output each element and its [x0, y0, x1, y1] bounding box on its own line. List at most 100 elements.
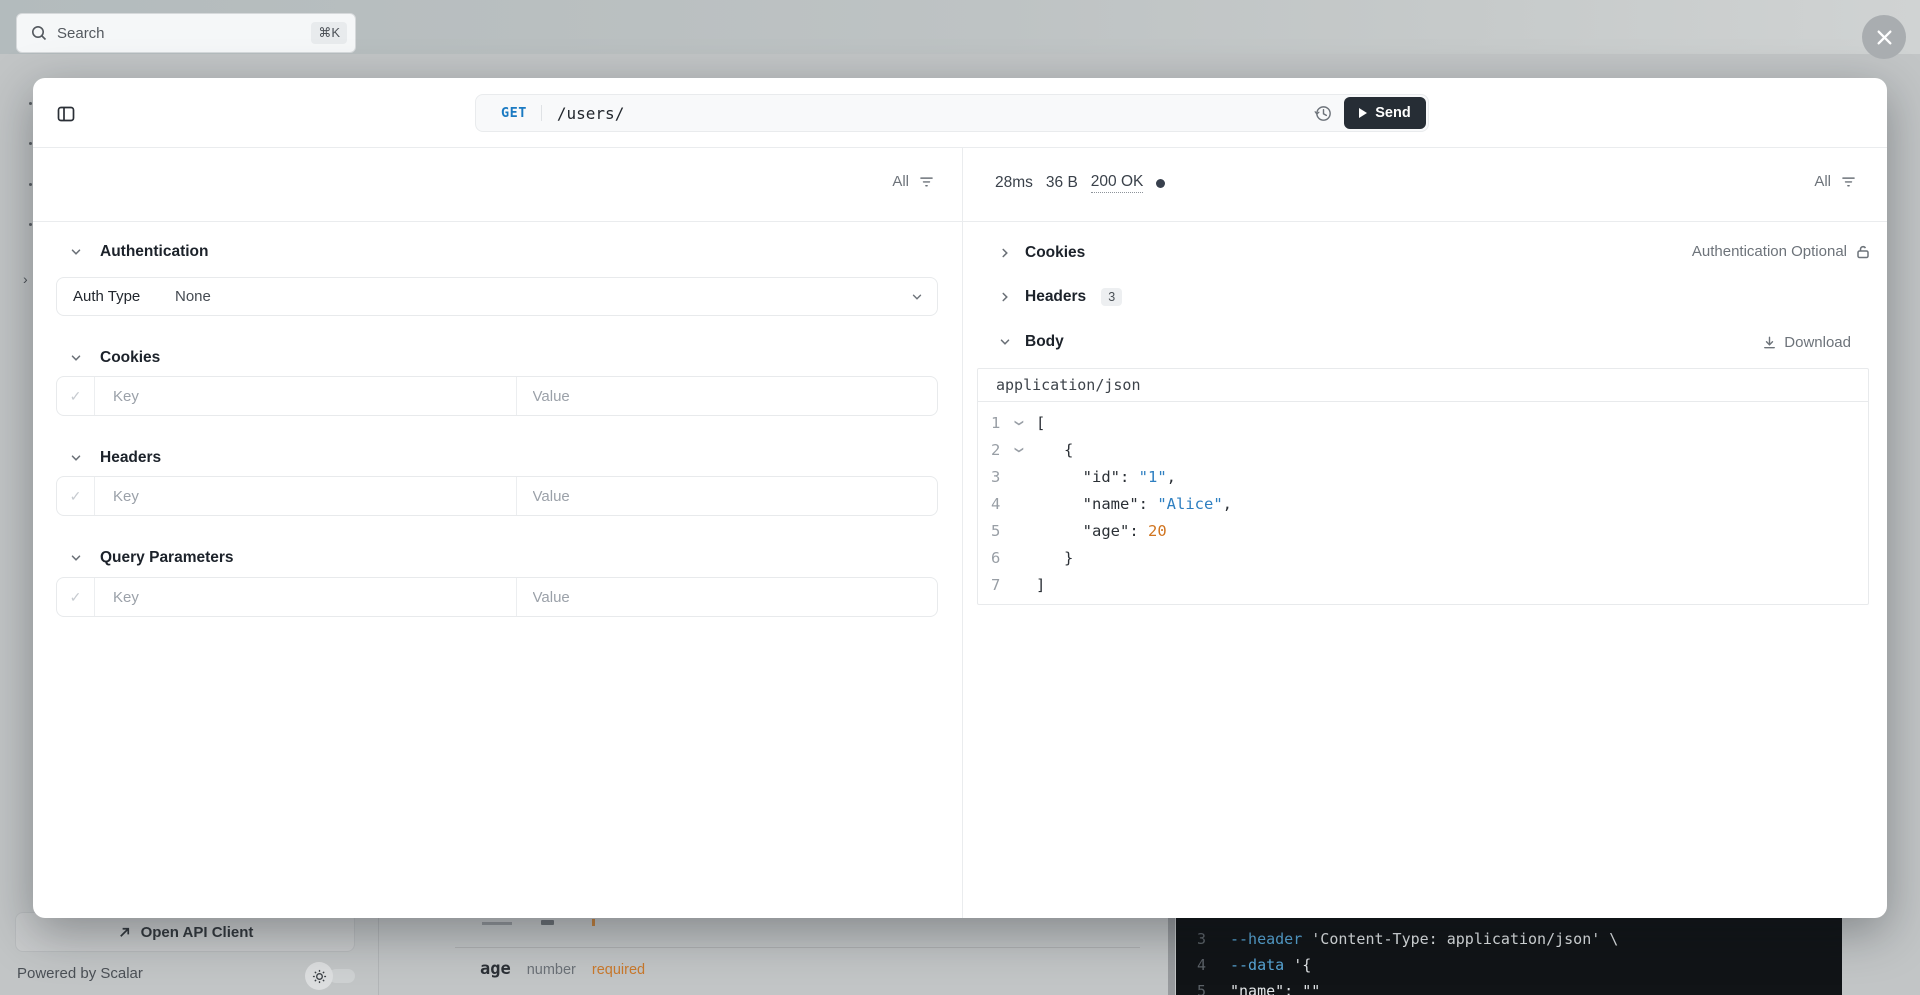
fold-chevron-icon[interactable]: ❯ [1011, 416, 1029, 430]
code-text: [ [1036, 413, 1046, 432]
unlock-icon [1855, 244, 1871, 260]
line-number: 3 [1196, 930, 1206, 948]
line-number: 3 [991, 467, 1001, 486]
play-icon [1359, 108, 1368, 118]
status-dot-icon [1156, 178, 1166, 188]
query-section-title: Query Parameters [100, 549, 234, 566]
line-number: 7 [991, 575, 1001, 594]
param-name: age [480, 959, 511, 979]
cookie-enabled-checkbox[interactable]: ✓ [57, 377, 95, 415]
cookies-section-header[interactable]: Cookies [69, 349, 160, 367]
chevron-down-icon [69, 551, 83, 565]
response-size: 36 B [1045, 174, 1078, 191]
search-placeholder: Search [57, 24, 105, 42]
request-filter-button[interactable]: All [892, 173, 935, 190]
response-json-code[interactable]: 1 ❯[2 ❯ {3 "id": "1", 4 "name": "Alice", 5 "… [978, 402, 1868, 598]
cookie-value-input[interactable] [516, 387, 937, 405]
curl-code-block: 3 --header 'Content-Type: application/jso… [1176, 918, 1842, 995]
line-number: 5 [1196, 982, 1206, 995]
close-button[interactable] [1862, 15, 1906, 59]
param-type: number [526, 962, 576, 978]
response-cookies-title: Cookies [1025, 244, 1086, 261]
api-client-modal: GET /users/ Send All 28ms 36 B 200 OK Al… [33, 78, 1887, 918]
code-line: 5 "name": "" [1176, 978, 1842, 995]
cookie-key-input[interactable] [95, 387, 516, 405]
search-input[interactable]: Search ⌘K [16, 13, 356, 53]
query-section-header[interactable]: Query Parameters [69, 549, 234, 567]
sidebar-toggle-icon[interactable] [56, 104, 76, 124]
sun-icon [305, 962, 333, 990]
search-shortcut-badge: ⌘K [311, 22, 347, 44]
code-line: 7] [978, 571, 1868, 598]
response-headers-header[interactable]: Headers 3 [998, 288, 1123, 306]
send-button[interactable]: Send [1344, 97, 1426, 129]
request-address-bar[interactable]: GET /users/ Send [475, 94, 1429, 132]
code-text: } [1036, 548, 1074, 567]
response-body-viewer: application/json 1 ❯[2 ❯ {3 "id": "1", 4 "n… [977, 368, 1869, 605]
request-url[interactable]: /users/ [557, 104, 624, 123]
auth-section-title: Authentication [100, 243, 209, 260]
open-api-client-label: Open API Client [140, 923, 254, 941]
filter-icon [1840, 173, 1857, 190]
code-text: ] [1036, 575, 1046, 594]
header-value-input[interactable] [516, 487, 937, 505]
query-key-input[interactable] [95, 588, 516, 606]
cookie-row: ✓ [56, 376, 938, 416]
chevron-right-icon [998, 290, 1012, 304]
line-number: 6 [991, 548, 1001, 567]
docs-divider [455, 947, 1140, 948]
response-filter-button[interactable]: All [1814, 173, 1857, 190]
code-text: "age": 20 [1036, 521, 1167, 540]
response-body-header[interactable]: Body [998, 333, 1064, 351]
request-filter-label: All [892, 173, 909, 190]
query-enabled-checkbox[interactable]: ✓ [57, 578, 95, 616]
toolbar-divider [33, 221, 1887, 222]
line-number: 4 [1196, 956, 1206, 974]
auth-optional-label: Authentication Optional [1691, 243, 1847, 260]
response-time: 28ms [995, 174, 1033, 191]
auth-type-value: None [175, 288, 211, 305]
header-key-input[interactable] [95, 487, 516, 505]
param-required-badge: required [591, 962, 646, 978]
send-label: Send [1375, 105, 1411, 121]
content-type-bar: application/json [978, 369, 1868, 402]
code-line: 4 "name": "Alice", [978, 490, 1868, 517]
http-method[interactable]: GET [501, 105, 527, 121]
download-icon [1762, 335, 1777, 350]
page: Search ⌘K › Open API Client Powered by S… [0, 0, 1920, 995]
chevron-down-icon [910, 290, 924, 304]
code-line: 3 "id": "1", [978, 463, 1868, 490]
chevron-down-icon [69, 245, 83, 259]
code-line: 6 } [978, 544, 1868, 571]
code-line: 5 "age": 20 [978, 517, 1868, 544]
fold-chevron-icon[interactable]: ❯ [1011, 443, 1029, 457]
history-icon[interactable] [1314, 104, 1333, 123]
theme-toggle[interactable] [305, 962, 355, 990]
header-divider [33, 147, 1887, 148]
auth-section-header[interactable]: Authentication [69, 243, 209, 261]
headers-section-header[interactable]: Headers [69, 449, 161, 467]
sidebar-chevron-icon: › [23, 271, 28, 287]
cookies-section-title: Cookies [100, 349, 161, 366]
auth-optional-indicator[interactable]: Authentication Optional [1692, 243, 1871, 260]
line-number: 5 [991, 521, 1001, 540]
download-button[interactable]: Download [1762, 334, 1851, 351]
code-line: 2 ❯ { [978, 436, 1868, 463]
headers-section-title: Headers [100, 449, 162, 466]
status-badge[interactable]: 200 OK [1090, 173, 1144, 193]
filter-icon [918, 173, 935, 190]
header-enabled-checkbox[interactable]: ✓ [57, 477, 95, 515]
response-filter-label: All [1814, 173, 1831, 190]
response-cookies-header[interactable]: Cookies [998, 244, 1085, 262]
external-link-icon [117, 925, 132, 940]
code-line: 1 ❯ [ [978, 409, 1868, 436]
query-value-input[interactable] [516, 588, 937, 606]
query-row: ✓ [56, 577, 938, 617]
chevron-right-icon [998, 246, 1012, 260]
auth-type-select[interactable]: Auth Type None [56, 277, 938, 316]
code-line: 3 --header 'Content-Type: application/jso… [1176, 926, 1842, 952]
auth-type-label: Auth Type [73, 288, 141, 305]
close-icon [1876, 29, 1892, 45]
docs-scrollbar[interactable] [1168, 918, 1175, 995]
open-api-client-button[interactable]: Open API Client [15, 912, 355, 952]
